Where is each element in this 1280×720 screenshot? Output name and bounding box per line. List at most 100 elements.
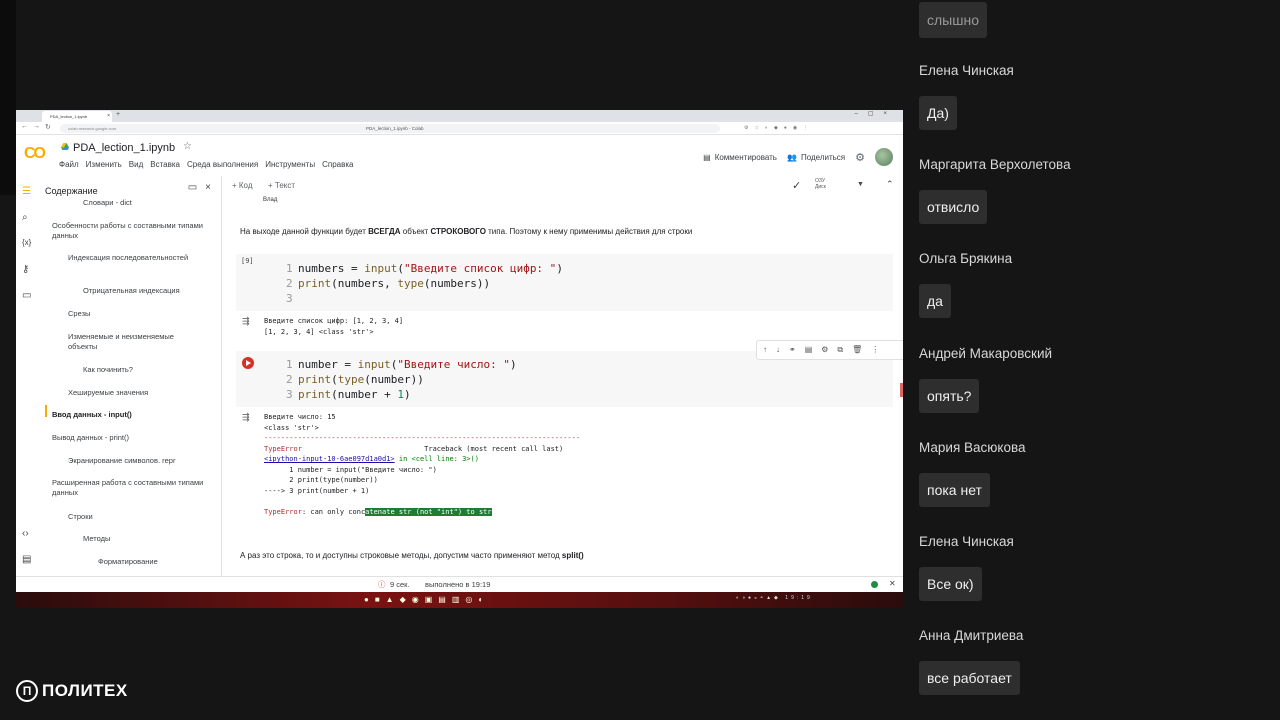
menu-edit[interactable]: Изменить — [86, 160, 122, 169]
chat-message-bubble: пока нет — [919, 473, 990, 507]
comment-icon: ▤ — [703, 152, 711, 162]
toc-item[interactable]: Расширенная работа с составными типами д… — [52, 478, 212, 498]
star-icon[interactable]: ☆ — [183, 141, 192, 152]
key-icon[interactable]: ⚷ — [22, 264, 29, 275]
toc-item[interactable]: Хешируемые значения — [68, 388, 221, 398]
menu-view[interactable]: Вид — [129, 160, 143, 169]
output-icon[interactable]: ⇶ — [242, 412, 250, 423]
os-taskbar: ●■▲◆◉▣▤▥◎◐ ◐◑●◒◓▲◆ 19:19 — [16, 592, 903, 608]
chevron-up-icon[interactable]: ⌃ — [886, 179, 894, 190]
line-number: 2 — [286, 277, 293, 290]
resources-indicator[interactable]: ОЗУ Диск — [815, 178, 826, 190]
output-icon[interactable]: ⇶ — [242, 316, 250, 327]
md-bold: split() — [561, 551, 584, 560]
new-tab-icon[interactable]: + — [116, 111, 120, 118]
chat-author: Маргарита Верхолетова — [919, 157, 1071, 172]
terminal-icon[interactable]: ▤ — [22, 554, 31, 565]
taskbar-app-icons[interactable]: ●■▲◆◉▣▤▥◎◐ — [364, 595, 489, 604]
toc-icon[interactable]: ☰ — [22, 186, 31, 197]
toc-item[interactable]: Особенности работы с составными типами д… — [52, 221, 212, 241]
markdown-cell[interactable]: На выходе данной функции будет ВСЕГДА об… — [240, 227, 692, 236]
code-snippets-icon[interactable]: ‹› — [22, 528, 29, 539]
toc-item[interactable]: Форматирование — [98, 557, 221, 567]
toc-title: Содержание — [45, 186, 98, 196]
gear-icon[interactable]: ⚙ — [855, 151, 865, 164]
window-title: PDA_lection_1.ipynb - Colab — [366, 126, 424, 131]
error-status-icon: ⓘ — [378, 580, 386, 589]
colab-logo-icon[interactable]: CO — [24, 145, 46, 163]
cell-toolbar[interactable]: ↑↓⚭▤⚙⧉🗑⋮ — [756, 340, 903, 360]
menu-insert[interactable]: Вставка — [150, 160, 180, 169]
toc-item[interactable]: Строки — [68, 512, 221, 522]
politech-logo-icon: П — [16, 680, 38, 702]
code-editor[interactable]: 1 numbers = input("Введите список цифр: "… — [286, 261, 563, 306]
toc-item[interactable]: Методы — [83, 534, 221, 544]
markdown-cell[interactable]: А раз это строка, то и доступны строковы… — [240, 551, 584, 560]
search-icon[interactable]: ⌕ — [22, 212, 28, 223]
run-error-button[interactable] — [242, 357, 254, 369]
people-icon: 👥 — [786, 152, 797, 162]
md-bold: СТРОКОВОГО — [430, 227, 486, 236]
menu-file[interactable]: Файл — [59, 160, 79, 169]
toc-item[interactable]: Изменяемые и неизменяемые объекты — [68, 332, 198, 352]
traceback-separator: ----------------------------------------… — [264, 434, 581, 442]
browser-tab[interactable]: PDA_lection_1.ipynb × — [42, 111, 112, 122]
variables-icon[interactable]: {x} — [22, 238, 31, 247]
close-icon[interactable]: × — [107, 111, 110, 122]
toc-window-close-icons[interactable]: ▭× — [188, 182, 219, 193]
traceback-location: in <cell line: 3>() — [394, 455, 479, 463]
traceback-header: Traceback (most recent call last) — [424, 444, 564, 453]
left-rail: ☰ ⌕ {x} ⚷ ▭ ‹› ▤ — [16, 176, 40, 576]
stage: PDA_lection_1.ipynb × + –▢× ← → ↻ colab.… — [0, 0, 1280, 720]
menu-runtime[interactable]: Среда выполнения — [187, 160, 258, 169]
line-number: 3 — [286, 292, 293, 305]
url-text: colab.research.google.com — [68, 126, 117, 131]
chat-author: Анна Дмитриева — [919, 628, 1024, 643]
chevron-down-icon[interactable]: ▼ — [857, 181, 864, 188]
add-text-button[interactable]: + Текст — [268, 181, 295, 190]
toc-item[interactable]: Экранирование символов. repr — [68, 456, 221, 466]
menu-help[interactable]: Справка — [322, 160, 353, 169]
cell-exec-count: [9] — [241, 257, 254, 265]
avatar[interactable] — [875, 148, 893, 166]
toc-item[interactable]: Вывод данных - print() — [52, 433, 212, 443]
notebook-title[interactable]: PDA_lection_1.ipynb — [73, 142, 175, 154]
md-text: типа. Поэтому к нему применимы действия … — [485, 227, 693, 236]
close-icon[interactable]: ✕ — [889, 579, 896, 588]
toc-item[interactable]: Отрицательная индексация — [83, 286, 221, 296]
toc-item-active[interactable]: Ввод данных - input() — [52, 410, 212, 420]
toc-item[interactable]: Срезы — [68, 309, 221, 319]
folder-icon[interactable]: ▭ — [22, 290, 31, 301]
chat-author: Елена Чинская — [919, 63, 1014, 78]
reload-icon[interactable]: ↻ — [45, 123, 51, 131]
chat-panel: слышно Елена Чинская Да) Маргарита Верхо… — [903, 0, 1280, 720]
chat-message-bubble: Все ок) — [919, 567, 982, 601]
window-controls[interactable]: –▢× — [854, 110, 897, 117]
toc-item[interactable]: Словари - dict — [83, 198, 221, 208]
extension-icons[interactable]: ⚙☆◐◆●◉⋮ — [744, 125, 814, 131]
address-bar: ← → ↻ colab.research.google.com PDA_lect… — [16, 122, 903, 135]
menu-tools[interactable]: Инструменты — [265, 160, 315, 169]
forward-icon[interactable]: → — [33, 123, 40, 130]
comment-button[interactable]: ▤ Комментировать — [703, 153, 777, 162]
comment-label: Комментировать — [714, 152, 777, 162]
notebook-toolbar: + Код + Текст ✓ ОЗУ Диск ▼ ⌃ — [222, 176, 903, 196]
md-text: А раз это строка, то и доступны строковы… — [240, 551, 562, 560]
colab-header: CO PDA_lection_1.ipynb ☆ Файл Изменить В… — [16, 136, 903, 176]
traceback-error-name: TypeError — [264, 444, 302, 453]
share-button[interactable]: 👥 Поделиться — [787, 153, 845, 162]
chat-message-bubble: отвисло — [919, 190, 988, 224]
status-bar: ⓘ 9 сек. выполнено в 19:19 ✕ — [16, 576, 903, 592]
add-code-button[interactable]: + Код — [232, 181, 253, 190]
traceback-line: 2 print(type(number)) — [264, 476, 378, 484]
traceback-link[interactable]: <ipython-input-10-6ae097d1a0d1> — [264, 455, 395, 463]
code-cell[interactable]: [9] 1 numbers = input("Введите список циф… — [236, 254, 893, 311]
system-tray[interactable]: ◐◑●◒◓▲◆ 19:19 — [736, 595, 813, 601]
check-icon: ✓ — [792, 180, 802, 192]
code-editor[interactable]: 1 number = input("Введите число: ") 2 prin… — [286, 357, 517, 402]
back-icon[interactable]: ← — [21, 123, 28, 130]
toc-panel: Содержание ▭× Словари - dict Особенности… — [40, 176, 222, 576]
toc-item[interactable]: Индексация последовательностей — [68, 253, 198, 263]
toc-item[interactable]: Как починить? — [83, 365, 221, 375]
error-message: : can only conc — [301, 507, 366, 516]
